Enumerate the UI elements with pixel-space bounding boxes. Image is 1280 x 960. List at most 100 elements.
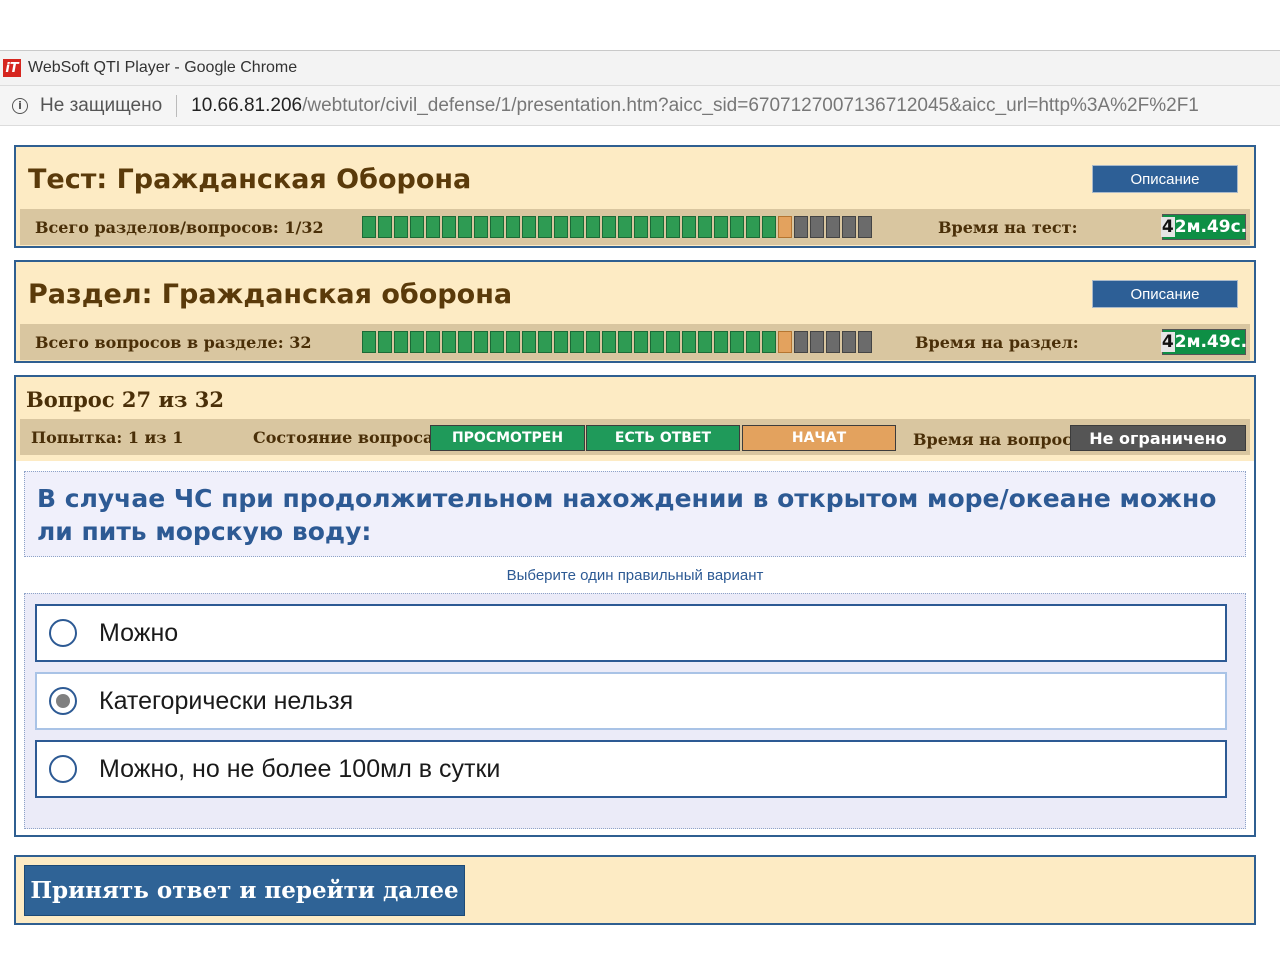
progress-segment <box>810 331 824 353</box>
progress-segment <box>506 331 520 353</box>
progress-segment <box>378 331 392 353</box>
radio-unchecked-icon[interactable] <box>49 755 77 783</box>
progress-segment <box>842 331 856 353</box>
address-bar[interactable]: i Не защищено 10.66.81.206/webtutor/civi… <box>0 86 1280 126</box>
progress-segment <box>730 331 744 353</box>
answer-list: Можно Категорически нельзя Можно, но не … <box>24 593 1246 829</box>
progress-segment <box>442 216 456 238</box>
progress-segment <box>666 216 680 238</box>
progress-segment <box>746 331 760 353</box>
answer-option-1[interactable]: Можно <box>35 604 1227 662</box>
progress-segment <box>586 216 600 238</box>
progress-segment <box>682 331 696 353</box>
progress-segment <box>474 331 488 353</box>
progress-segment <box>426 331 440 353</box>
progress-segment <box>650 216 664 238</box>
progress-segment <box>634 331 648 353</box>
progress-segment <box>682 216 696 238</box>
test-progress-bar <box>362 215 882 239</box>
submit-panel: Принять ответ и перейти далее <box>14 855 1256 925</box>
section-panel: Раздел: Гражданская оборона Описание Все… <box>14 260 1256 363</box>
progress-segment <box>362 216 376 238</box>
section-time-label: Время на раздел: <box>915 332 1079 352</box>
question-panel: Вопрос 27 из 32 Попытка: 1 из 1 Состояни… <box>14 375 1256 837</box>
test-timer-rest: 2м.49с. <box>1174 217 1248 237</box>
progress-segment <box>522 216 536 238</box>
progress-segment <box>554 216 568 238</box>
progress-segment <box>714 331 728 353</box>
question-state-label: Состояние вопроса: <box>253 427 440 447</box>
progress-segment <box>618 216 632 238</box>
progress-segment <box>762 216 776 238</box>
answer-option-3[interactable]: Можно, но не более 100мл в сутки <box>35 740 1227 798</box>
security-label[interactable]: Не защищено <box>40 95 162 117</box>
progress-segment <box>778 331 792 353</box>
section-status-strip: Всего вопросов в разделе: 32 Время на ра… <box>20 324 1250 360</box>
window-title: WebSoft QTI Player - Google Chrome <box>28 59 298 76</box>
radio-checked-icon[interactable] <box>49 687 77 715</box>
question-header: Вопрос 27 из 32 Попытка: 1 из 1 Состояни… <box>16 377 1254 461</box>
progress-segment <box>570 331 584 353</box>
progress-segment <box>538 331 552 353</box>
progress-segment <box>778 216 792 238</box>
question-text: В случае ЧС при продолжительном нахожден… <box>24 471 1246 557</box>
progress-segment <box>458 216 472 238</box>
url-text[interactable]: 10.66.81.206/webtutor/civil_defense/1/pr… <box>191 95 1199 117</box>
test-timer: 4 2м.49с. <box>1160 214 1248 240</box>
websoft-logo-icon: iT <box>3 59 21 77</box>
section-timer: 4 2м.49с. <box>1160 329 1248 355</box>
answer-option-label: Категорически нельзя <box>99 686 354 715</box>
progress-segment <box>426 216 440 238</box>
info-icon[interactable]: i <box>12 97 28 114</box>
test-panel: Тест: Гражданская Оборона Описание Всего… <box>14 145 1256 248</box>
progress-segment <box>522 331 536 353</box>
progress-segment <box>762 331 776 353</box>
radio-unchecked-icon[interactable] <box>49 619 77 647</box>
answer-hint: Выберите один правильный вариант <box>506 567 764 584</box>
answer-option-label: Можно <box>99 618 179 647</box>
progress-segment <box>698 331 712 353</box>
answer-option-label: Можно, но не более 100мл в сутки <box>99 754 501 783</box>
progress-segment <box>586 331 600 353</box>
progress-segment <box>826 331 840 353</box>
submit-answer-button[interactable]: Принять ответ и перейти далее <box>24 865 465 916</box>
test-count-label: Всего разделов/вопросов: 1/32 <box>35 217 324 237</box>
window-titlebar: iT WebSoft QTI Player - Google Chrome <box>0 50 1280 86</box>
attempt-label: Попытка: 1 из 1 <box>31 427 184 447</box>
question-time-value: Не ограничено <box>1070 425 1246 451</box>
progress-segment <box>746 216 760 238</box>
test-status-strip: Всего разделов/вопросов: 1/32 Время на т… <box>20 209 1250 245</box>
progress-segment <box>842 216 856 238</box>
progress-segment <box>714 216 728 238</box>
address-separator <box>176 94 178 117</box>
url-host: 10.66.81.206 <box>191 94 303 116</box>
radio-dot <box>56 694 70 708</box>
section-timer-highlight: 4 <box>1160 332 1175 352</box>
question-body: В случае ЧС при продолжительном нахожден… <box>16 461 1254 835</box>
progress-segment <box>538 216 552 238</box>
progress-segment <box>858 331 872 353</box>
test-description-button[interactable]: Описание <box>1092 165 1238 193</box>
section-progress-bar <box>362 330 882 354</box>
progress-segment <box>650 331 664 353</box>
progress-segment <box>506 216 520 238</box>
answer-option-2[interactable]: Категорически нельзя <box>35 672 1227 730</box>
test-timer-highlight: 4 <box>1160 217 1175 237</box>
section-description-button[interactable]: Описание <box>1092 280 1238 308</box>
test-title: Тест: Гражданская Оборона <box>28 163 472 195</box>
section-count-label: Всего вопросов в разделе: 32 <box>35 332 312 352</box>
progress-segment <box>826 216 840 238</box>
progress-segment <box>794 331 808 353</box>
section-timer-rest: 2м.49с. <box>1174 332 1248 352</box>
test-time-label: Время на тест: <box>938 217 1078 237</box>
progress-segment <box>410 216 424 238</box>
question-time-label: Время на вопрос: <box>913 430 1078 449</box>
progress-segment <box>458 331 472 353</box>
progress-segment <box>602 331 616 353</box>
progress-segment <box>730 216 744 238</box>
progress-segment <box>698 216 712 238</box>
state-started-badge: НАЧАТ <box>742 425 896 451</box>
progress-segment <box>378 216 392 238</box>
progress-segment <box>666 331 680 353</box>
progress-segment <box>394 331 408 353</box>
